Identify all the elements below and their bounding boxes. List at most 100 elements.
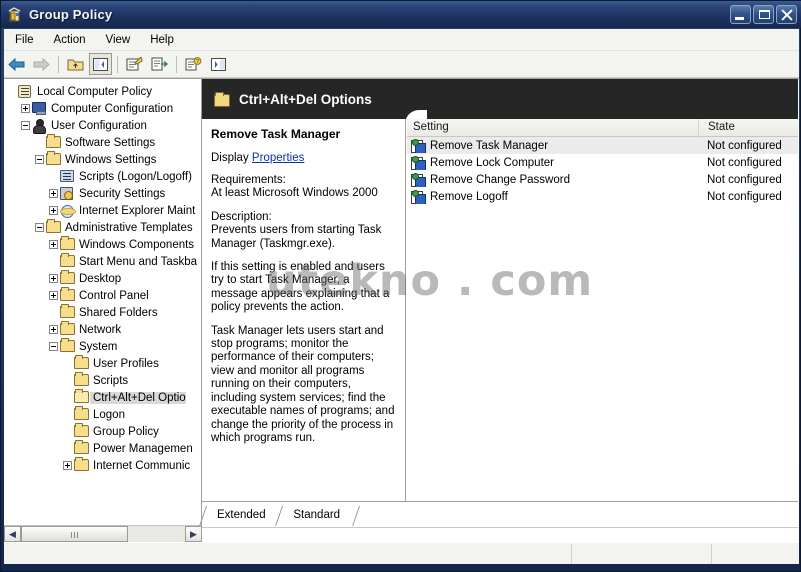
tree-item[interactable]: Security Settings [4,185,201,202]
tree-item[interactable]: Local Computer Policy [4,83,201,100]
forward-button[interactable] [30,53,53,75]
tree-item[interactable]: Shared Folders [4,304,201,321]
tree-item[interactable]: Windows Settings [4,151,201,168]
tree-item[interactable]: Desktop [4,270,201,287]
tree-item[interactable]: Internet Communic [4,457,201,474]
tree-item-label: Network [79,323,122,336]
scrollbar-thumb[interactable] [21,526,128,542]
tree-item[interactable]: Internet Explorer Maint [4,202,201,219]
tree-item[interactable]: Power Managemen [4,440,201,457]
status-panel-1 [4,543,572,564]
menu-action[interactable]: Action [45,32,95,48]
help-button[interactable]: ? [182,53,205,75]
menu-view[interactable]: View [97,32,140,48]
column-header-setting[interactable]: Setting [407,119,699,137]
folder-icon [60,338,76,354]
results-header-bar: Ctrl+Alt+Del Options [202,79,798,119]
policy-setting-icon [411,155,426,170]
properties-button[interactable] [123,53,146,75]
tree-item[interactable]: Network [4,321,201,338]
expand-toggle-icon[interactable] [49,189,58,198]
tree-item[interactable]: System [4,338,201,355]
tree-item[interactable]: Start Menu and Taskba [4,253,201,270]
tree-item[interactable]: Ctrl+Alt+Del Optio [4,389,201,406]
maximize-button[interactable] [753,5,774,24]
console-tree-pane[interactable]: Local Computer Policy Computer Configurat… [4,79,202,542]
folder-icon [60,287,76,303]
tab-standard[interactable]: Standard [286,507,347,526]
tree-item-label: Scripts (Logon/Logoff) [79,170,192,183]
table-row[interactable]: Remove Change Password Not configured [407,171,798,188]
show-hide-action-pane-button[interactable] [207,53,230,75]
export-list-button[interactable] [148,53,171,75]
show-hide-console-tree-button[interactable] [89,53,112,75]
column-header-state[interactable]: State [699,119,797,137]
tree-item[interactable]: User Configuration [4,117,201,134]
folder-icon [74,457,90,473]
table-row[interactable]: Remove Logoff Not configured [407,188,798,205]
menu-file[interactable]: File [6,32,43,48]
minimize-button[interactable] [730,5,751,24]
scrollbar-track[interactable] [21,526,185,542]
collapse-toggle-icon[interactable] [21,121,30,130]
policy-setting-icon [411,189,426,204]
tree-item[interactable]: Scripts [4,372,201,389]
tree-item[interactable]: Computer Configuration [4,100,201,117]
up-one-level-button[interactable] [64,53,87,75]
tree-item[interactable]: Logon [4,406,201,423]
tree-item-label: User Profiles [93,357,159,370]
tree-horizontal-scrollbar[interactable]: ◀ ▶ [4,525,201,542]
collapse-toggle-icon[interactable] [35,155,44,164]
folder-icon [46,151,62,167]
tree-item[interactable]: Scripts (Logon/Logoff) [4,168,201,185]
policy-tree[interactable]: Local Computer Policy Computer Configurat… [4,83,201,474]
tree-item[interactable]: Windows Components [4,236,201,253]
tree-item-label: Scripts [93,374,129,387]
tree-item-label: Computer Configuration [51,102,174,115]
scroll-right-button[interactable]: ▶ [185,526,201,542]
close-button[interactable] [776,5,797,24]
list-body[interactable]: Remove Task Manager Not configured Remove … [407,137,798,205]
group-policy-window: Group Policy File Action View Help ? Loc… [0,0,801,572]
cell-state: Not configured [707,190,782,203]
menu-help[interactable]: Help [141,32,183,48]
tree-item-label: Windows Settings [65,153,157,166]
window-title: Group Policy [29,7,113,22]
tree-item[interactable]: User Profiles [4,355,201,372]
cell-setting: Remove Change Password [407,172,699,187]
client-area: Local Computer Policy Computer Configurat… [4,78,799,542]
title-bar: Group Policy [1,1,801,28]
expand-toggle-icon[interactable] [63,461,72,470]
table-row[interactable]: Remove Lock Computer Not configured [407,154,798,171]
tree-item[interactable]: Group Policy [4,423,201,440]
scroll-left-button[interactable]: ◀ [4,526,21,542]
properties-link[interactable]: Properties [252,152,304,164]
table-row[interactable]: Remove Task Manager Not configured [407,137,798,154]
left-arrow-icon [8,57,25,71]
tree-item[interactable]: Administrative Templates [4,219,201,236]
toolbar: ? [4,51,799,78]
expand-toggle-icon[interactable] [49,325,58,334]
expand-toggle-icon[interactable] [49,291,58,300]
collapse-toggle-icon[interactable] [49,342,58,351]
tab-extended[interactable]: Extended [210,507,273,526]
expand-toggle-icon[interactable] [49,274,58,283]
folder-icon [60,253,76,269]
tree-item[interactable]: Software Settings [4,134,201,151]
right-arrow-icon [33,57,50,71]
expand-toggle-icon[interactable] [49,206,58,215]
ie-icon [60,203,76,218]
back-button[interactable] [5,53,28,75]
security-icon [60,186,76,201]
folder-icon [214,91,230,107]
settings-list-view[interactable]: Setting State Remove Task Manager Not con… [407,119,798,501]
tree-item[interactable]: Control Panel [4,287,201,304]
folder-icon [46,134,62,150]
expand-toggle-icon[interactable] [21,104,30,113]
collapse-toggle-icon[interactable] [35,223,44,232]
policy-setting-icon [411,172,426,187]
expand-toggle-icon[interactable] [49,240,58,249]
tree-item-label: Administrative Templates [65,221,193,234]
cell-state: Not configured [707,156,782,169]
properties-icon [126,57,143,71]
